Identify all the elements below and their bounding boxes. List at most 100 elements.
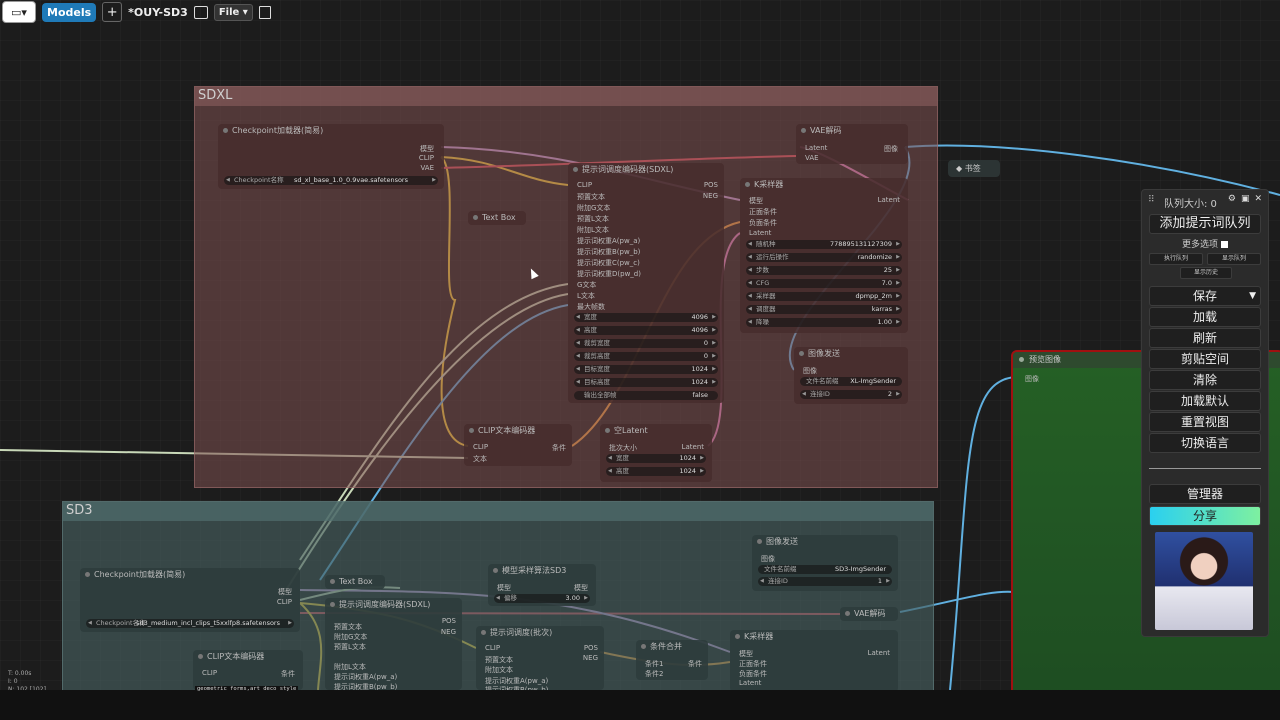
widget-width[interactable]: 宽度 4096: [574, 313, 718, 322]
workflow-folder-button[interactable]: ▭▾: [2, 1, 36, 23]
group-sd3-header[interactable]: [63, 502, 933, 521]
in-neg[interactable]: 负面条件: [739, 669, 767, 679]
in-t2[interactable]: 附加G文本: [577, 203, 610, 213]
in-t4[interactable]: 附加L文本: [334, 662, 366, 672]
in-latent[interactable]: Latent: [749, 229, 771, 237]
widget-link-id[interactable]: 连接ID 2: [800, 390, 902, 399]
out-clip[interactable]: CLIP: [277, 598, 292, 606]
node-sd3-cond-combine[interactable]: 条件合并 条件1 条件2 条件: [636, 640, 708, 680]
out-latent[interactable]: Latent: [682, 443, 704, 451]
out-model[interactable]: 模型: [574, 583, 588, 593]
in-vae[interactable]: VAE: [805, 154, 819, 162]
in-clip[interactable]: CLIP: [473, 443, 488, 451]
reset-view-button[interactable]: 重置视图: [1149, 412, 1261, 432]
exec-queue-button[interactable]: 执行队列: [1149, 253, 1203, 265]
drag-handle-icon[interactable]: ⠿: [1148, 195, 1155, 205]
node-sdxl-checkpoint[interactable]: Checkpoint加载器(简易) 模型 CLIP VAE Checkpoint…: [218, 124, 444, 189]
in-g[interactable]: G文本: [577, 280, 596, 290]
in-l[interactable]: L文本: [577, 291, 595, 301]
queue-panel[interactable]: ⠿ 队列大小: 0 ⚙ ▣ ✕ 添加提示词队列 更多选项 执行队列 显示队列 显…: [1141, 189, 1269, 637]
in-image[interactable]: 图像: [761, 554, 775, 564]
in-t1[interactable]: 预置文本: [485, 655, 513, 665]
panel-header[interactable]: ⠿ 队列大小: 0 ⚙ ▣ ✕: [1142, 190, 1268, 212]
widget-target-h[interactable]: 目标高度 1024: [574, 378, 718, 387]
widget-denoise[interactable]: 降噪 1.00: [746, 318, 902, 327]
load-default-button[interactable]: 加载默认: [1149, 391, 1261, 411]
widget-crop-w[interactable]: 裁剪宽度 0: [574, 339, 718, 348]
in-t4[interactable]: 附加L文本: [577, 225, 609, 235]
node-sd3-textbox[interactable]: Text Box: [325, 575, 385, 589]
save-icon[interactable]: [258, 5, 271, 19]
file-menu-button[interactable]: File ▾: [213, 3, 253, 21]
widget-shift[interactable]: 偏移 3.00: [494, 594, 590, 603]
out-clip[interactable]: CLIP: [419, 154, 434, 162]
node-sd3-checkpoint[interactable]: Checkpoint加载器(简易) 模型 CLIP Checkpoint名称sd…: [80, 568, 300, 632]
in-t1[interactable]: 预置文本: [577, 192, 605, 202]
close-icon[interactable]: ✕: [1254, 194, 1262, 204]
out-cond[interactable]: 条件: [688, 659, 702, 669]
in-t7[interactable]: 提示词权重C(pw_c): [577, 258, 640, 268]
in-t5[interactable]: 提示词权重A(pw_a): [334, 672, 397, 682]
out-image[interactable]: 图像: [884, 144, 898, 154]
node-sdxl-ksampler[interactable]: K采样器 模型 正面条件 负面条件 Latent Latent 随机种 77889…: [740, 178, 908, 333]
in-t2[interactable]: 附加G文本: [334, 632, 367, 642]
show-queue-button[interactable]: 显示队列: [1207, 253, 1261, 265]
widget-cfg[interactable]: CFG 7.0: [746, 279, 902, 288]
in-t6[interactable]: 提示词权重B(pw_b): [577, 247, 640, 257]
prompt-text-snippet[interactable]: geometric forms,art deco style: [195, 686, 299, 692]
more-options-row[interactable]: 更多选项: [1142, 237, 1268, 250]
in-t3[interactable]: 预置L文本: [577, 214, 609, 224]
in-t5[interactable]: 提示词权重A(pw_a): [577, 236, 640, 246]
widget-sampler[interactable]: 采样器 dpmpp_2m: [746, 292, 902, 301]
widget-width[interactable]: 宽度 1024: [606, 454, 706, 463]
widget-prefix[interactable]: 文件名前缀 SD3-ImgSender: [758, 565, 892, 574]
gear-icon[interactable]: ⚙: [1228, 194, 1236, 204]
out-vae[interactable]: VAE: [420, 164, 434, 172]
out-pos[interactable]: POS: [704, 181, 718, 189]
out-model[interactable]: 模型: [278, 587, 292, 597]
in-t1[interactable]: 预置文本: [334, 622, 362, 632]
out-latent[interactable]: Latent: [868, 649, 890, 657]
node-sd3-encoder[interactable]: 提示词调度编码器(SDXL) POS NEG 预置文本 附加G文本 预置L文本 …: [325, 598, 462, 691]
image-icon[interactable]: ▣: [1241, 194, 1250, 204]
group-sdxl-header[interactable]: [195, 87, 937, 106]
widget-steps[interactable]: 步数 25: [746, 266, 902, 275]
in-latent[interactable]: Latent: [739, 679, 761, 687]
widget-link-id[interactable]: 连接ID 1: [758, 577, 892, 586]
node-sd3-model-sampling[interactable]: 模型采样算法SD3 模型 模型 偏移 3.00: [488, 564, 596, 606]
show-history-button[interactable]: 显示历史: [1180, 267, 1232, 279]
image-icon[interactable]: [193, 5, 208, 19]
in-text[interactable]: 文本: [473, 454, 487, 464]
refresh-button[interactable]: 刷新: [1149, 328, 1261, 348]
in-t2[interactable]: 附加文本: [485, 665, 513, 675]
node-sd3-ksampler[interactable]: K采样器 模型 正面条件 负面条件 Latent Latent: [730, 630, 898, 692]
widget-crop-h[interactable]: 裁剪高度 0: [574, 352, 718, 361]
in-clip[interactable]: CLIP: [485, 644, 500, 652]
widget-prefix[interactable]: 文件名前缀 XL-ImgSender: [800, 377, 902, 386]
clear-button[interactable]: 清除: [1149, 370, 1261, 390]
switch-language-button[interactable]: 切换语言: [1149, 433, 1261, 453]
out-pos[interactable]: POS: [584, 644, 598, 652]
node-sd3-clip-encoder[interactable]: CLIP文本编码器 CLIP 条件: [193, 650, 303, 690]
out-neg[interactable]: NEG: [441, 628, 456, 636]
widget-height[interactable]: 高度 1024: [606, 467, 706, 476]
widget-seed[interactable]: 随机种 778895131127309: [746, 240, 902, 249]
node-sdxl-empty-latent[interactable]: 空Latent 批次大小 Latent 宽度 1024 高度 1024: [600, 424, 712, 482]
node-canvas[interactable]: ▭▾ Models + *OUY-SD3 File ▾ SDXL SD3 Che…: [0, 0, 1280, 720]
ckpt-name-widget[interactable]: Checkpoint名称 sd_xl_base_1.0_0.9vae.safet…: [224, 176, 438, 185]
in-cond1[interactable]: 条件1: [645, 659, 663, 669]
widget-control[interactable]: 运行后操作 randomize: [746, 253, 902, 262]
models-button[interactable]: Models: [42, 2, 97, 22]
node-sdxl-encoder[interactable]: 提示词调度编码器(SDXL) CLIP 预置文本 附加G文本 预置L文本 附加L…: [568, 163, 724, 403]
node-sdxl-clip-encoder[interactable]: CLIP文本编码器 CLIP 文本 条件: [464, 424, 572, 466]
save-button[interactable]: 保存 ▼: [1149, 286, 1261, 306]
in-clip[interactable]: CLIP: [577, 181, 592, 189]
in-f[interactable]: 最大帧数: [577, 302, 605, 312]
in-model[interactable]: 模型: [739, 649, 753, 659]
out-cond[interactable]: 条件: [281, 669, 295, 679]
in-model[interactable]: 模型: [497, 583, 511, 593]
in-image[interactable]: 图像: [1025, 374, 1039, 384]
out-neg[interactable]: NEG: [583, 654, 598, 662]
in-t3[interactable]: 预置L文本: [334, 642, 366, 652]
node-sdxl-image-sender[interactable]: 图像发送 图像 文件名前缀 XL-ImgSender 连接ID 2: [794, 347, 908, 404]
